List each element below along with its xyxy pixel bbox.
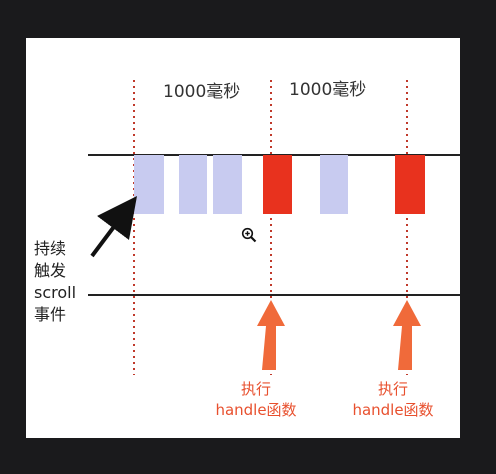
exec-label-1: 执行 handle函数 (215, 380, 297, 419)
scroll-event-block (213, 155, 242, 214)
exec-arrow-2 (393, 300, 421, 370)
zoom-in-icon (241, 227, 257, 243)
interval-label-1: 1000毫秒 (163, 82, 241, 102)
handler-execution-block (263, 155, 292, 214)
scroll-event-block (179, 155, 207, 214)
trigger-label: 持续 触发 scroll 事件 (34, 239, 77, 324)
trigger-arrow (90, 196, 137, 258)
exec-arrow-1 (257, 300, 285, 370)
scroll-event-block (320, 155, 348, 214)
interval-label-2: 1000毫秒 (289, 80, 367, 100)
handler-execution-block (395, 155, 425, 214)
scroll-event-block (134, 155, 164, 214)
exec-label-2: 执行 handle函数 (352, 380, 434, 419)
